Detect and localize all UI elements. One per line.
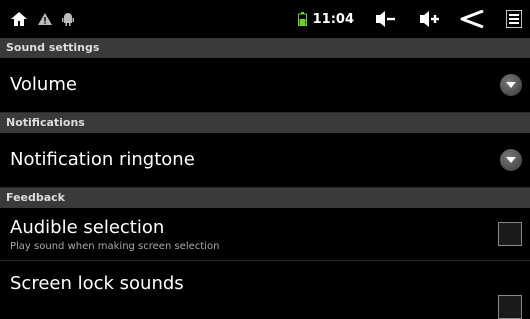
notification-ringtone-item[interactable]: Notification ringtone — [0, 133, 530, 188]
screen-lock-sounds-title: Screen lock sounds — [10, 273, 184, 294]
volume-up-icon[interactable] — [420, 11, 440, 27]
back-icon[interactable] — [460, 10, 484, 28]
volume-down-icon[interactable] — [376, 11, 396, 27]
notification-ringtone-title: Notification ringtone — [10, 149, 195, 170]
warning-icon — [38, 13, 52, 25]
audible-selection-checkbox[interactable] — [498, 222, 522, 246]
audible-selection-subtitle: Play sound when making screen selection — [10, 240, 220, 252]
android-icon — [62, 12, 74, 26]
screen-lock-sounds-item[interactable]: Screen lock sounds — [0, 261, 530, 319]
section-header-notifications: Notifications — [0, 113, 530, 133]
battery-icon — [297, 12, 307, 26]
volume-title: Volume — [10, 74, 77, 95]
volume-item[interactable]: Volume — [0, 58, 530, 113]
chevron-down-icon[interactable] — [500, 149, 522, 171]
clock: 11:04 — [312, 11, 354, 27]
audible-selection-title: Audible selection — [10, 216, 165, 238]
home-icon[interactable] — [10, 11, 28, 27]
section-header-feedback: Feedback — [0, 188, 530, 208]
audible-selection-item[interactable]: Audible selection Play sound when making… — [0, 208, 530, 261]
screen-lock-sounds-checkbox[interactable] — [498, 295, 522, 319]
status-bar: 11:04 — [0, 0, 530, 38]
chevron-down-icon[interactable] — [500, 74, 522, 96]
section-header-sound-settings: Sound settings — [0, 38, 530, 58]
menu-icon[interactable] — [506, 10, 522, 28]
